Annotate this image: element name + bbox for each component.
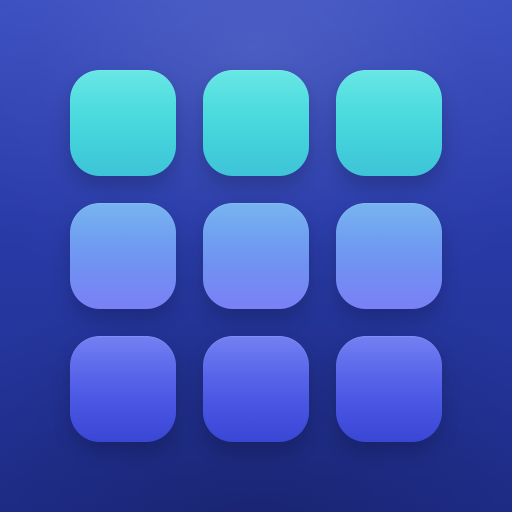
tile-2-2 xyxy=(203,203,309,309)
tile-2-3 xyxy=(336,203,442,309)
tile-1-2 xyxy=(203,70,309,176)
tile-3-3 xyxy=(336,336,442,442)
tile-3-1 xyxy=(70,336,176,442)
tile-1-1 xyxy=(70,70,176,176)
tile-2-1 xyxy=(70,203,176,309)
tile-1-3 xyxy=(336,70,442,176)
tile-3-2 xyxy=(203,336,309,442)
app-icon xyxy=(0,0,512,512)
tile-grid xyxy=(70,70,442,442)
